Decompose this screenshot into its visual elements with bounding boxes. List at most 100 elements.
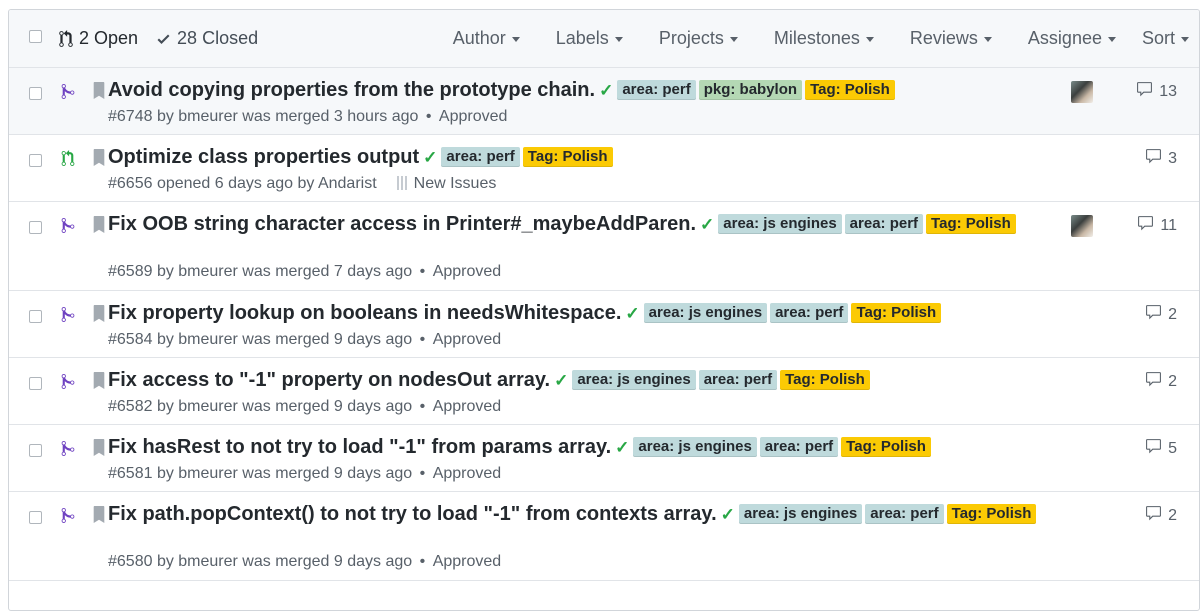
- ci-success-check-icon[interactable]: ✓: [599, 81, 613, 100]
- pr-title-link[interactable]: Fix hasRest to not try to load "-1" from…: [108, 436, 611, 458]
- comments-link[interactable]: 2: [1144, 371, 1177, 393]
- row-checkbox[interactable]: [29, 221, 42, 234]
- filter-author[interactable]: Author: [453, 28, 520, 49]
- comments-link[interactable]: 11: [1136, 215, 1177, 237]
- bookmark-icon[interactable]: [93, 372, 105, 394]
- ci-success-check-icon[interactable]: ✓: [700, 215, 714, 234]
- open-pr-icon: [61, 150, 75, 172]
- filter-projects[interactable]: Projects: [659, 28, 738, 49]
- closed-filter[interactable]: 28 Closed: [156, 28, 258, 49]
- pr-meta-text: #6656 opened 6 days ago by Andarist: [108, 175, 377, 192]
- label-badge[interactable]: area: js engines: [718, 214, 842, 234]
- comments-link[interactable]: 2: [1144, 304, 1177, 326]
- filter-labels[interactable]: Labels: [556, 28, 623, 49]
- filter-label: Projects: [658, 28, 724, 48]
- comments-link[interactable]: 3: [1144, 148, 1177, 170]
- title-line: Fix property lookup on booleans in needs…: [108, 301, 1079, 326]
- row-checkbox[interactable]: [29, 87, 42, 100]
- comment-icon: [1144, 505, 1163, 527]
- ci-success-check-icon[interactable]: ✓: [554, 371, 568, 390]
- closed-count: 28 Closed: [177, 28, 259, 48]
- ci-success-check-icon[interactable]: ✓: [721, 505, 735, 524]
- row-checkbox[interactable]: [29, 154, 42, 167]
- pr-title-link[interactable]: Fix property lookup on booleans in needs…: [108, 302, 621, 324]
- label-badge[interactable]: Tag: Polish: [522, 147, 613, 167]
- filter-label: Milestones: [773, 28, 860, 48]
- select-all-checkbox[interactable]: [29, 30, 42, 43]
- row-checkbox[interactable]: [29, 377, 42, 390]
- pr-title-link[interactable]: Optimize class properties output: [108, 146, 419, 168]
- review-status[interactable]: Approved: [439, 108, 508, 125]
- pr-meta-text: #6580 by bmeurer was merged 9 days ago: [108, 553, 413, 570]
- comments-link[interactable]: 13: [1135, 81, 1177, 103]
- ci-success-check-icon[interactable]: ✓: [625, 304, 639, 323]
- separator-dot: •: [415, 465, 430, 482]
- review-status[interactable]: Approved: [433, 553, 502, 570]
- pr-title-link[interactable]: Fix access to "-1" property on nodesOut …: [108, 369, 550, 391]
- label-badge[interactable]: Tag: Polish: [780, 370, 870, 390]
- label-badge[interactable]: Tag: Polish: [926, 214, 1016, 234]
- pr-meta: #6582 by bmeurer was merged 9 days ago •…: [108, 398, 501, 416]
- filter-assignee[interactable]: Assignee: [1028, 28, 1116, 49]
- comment-icon: [1135, 81, 1154, 103]
- check-icon: [157, 34, 170, 44]
- label-badge[interactable]: Tag: Polish: [805, 80, 895, 100]
- row-checkbox[interactable]: [29, 511, 42, 524]
- comments-link[interactable]: 5: [1144, 438, 1177, 460]
- comment-icon: [1144, 438, 1163, 460]
- label-badge[interactable]: pkg: babylon: [698, 80, 803, 100]
- pr-meta: #6584 by bmeurer was merged 9 days ago •…: [108, 331, 501, 349]
- pr-row: Fix hasRest to not try to load "-1" from…: [9, 425, 1199, 492]
- label-badge[interactable]: area: js engines: [643, 303, 768, 323]
- label-badge[interactable]: area: perf: [617, 80, 696, 100]
- review-status[interactable]: Approved: [433, 465, 502, 482]
- label-badge[interactable]: area: perf: [441, 147, 520, 167]
- pr-title-link[interactable]: Avoid copying properties from the protot…: [108, 79, 595, 101]
- chevron-down-icon: [511, 37, 520, 42]
- row-checkbox[interactable]: [29, 444, 42, 457]
- project-link[interactable]: New Issues: [396, 175, 496, 192]
- ci-success-check-icon[interactable]: ✓: [615, 438, 629, 457]
- bookmark-icon[interactable]: [93, 82, 105, 104]
- pr-meta-text: #6589 by bmeurer was merged 7 days ago: [108, 263, 413, 280]
- review-status[interactable]: Approved: [433, 263, 502, 280]
- filter-label: Author: [452, 28, 506, 48]
- pr-row: Fix property lookup on booleans in needs…: [9, 291, 1199, 358]
- avatar[interactable]: [1071, 215, 1093, 237]
- label-badge[interactable]: area: perf: [770, 303, 849, 323]
- filter-reviews[interactable]: Reviews: [910, 28, 992, 49]
- label-badge[interactable]: area: perf: [865, 504, 944, 524]
- pr-title-link[interactable]: Fix path.popContext() to not try to load…: [108, 503, 717, 525]
- separator-dot: •: [415, 331, 430, 348]
- label-badge[interactable]: Tag: Polish: [946, 504, 1037, 524]
- row-checkbox[interactable]: [29, 310, 42, 323]
- bookmark-icon[interactable]: [93, 149, 105, 171]
- pr-meta-text: #6581 by bmeurer was merged 9 days ago: [108, 465, 413, 482]
- review-status[interactable]: Approved: [433, 398, 502, 415]
- separator-dot: •: [421, 108, 436, 125]
- label-badge[interactable]: area: js engines: [572, 370, 696, 390]
- filter-milestones[interactable]: Milestones: [774, 28, 874, 49]
- ci-success-check-icon[interactable]: ✓: [423, 148, 437, 167]
- label-badge[interactable]: area: perf: [844, 214, 924, 234]
- title-line: Fix access to "-1" property on nodesOut …: [108, 368, 1079, 393]
- label-badge[interactable]: Tag: Polish: [841, 437, 931, 457]
- comments-link[interactable]: 2: [1144, 505, 1177, 527]
- open-filter[interactable]: 2 Open: [59, 28, 138, 49]
- label-badge[interactable]: Tag: Polish: [851, 303, 942, 323]
- filter-sort[interactable]: Sort: [1142, 28, 1189, 49]
- pr-title-link[interactable]: Fix OOB string character access in Print…: [108, 213, 696, 235]
- avatar[interactable]: [1071, 81, 1093, 103]
- review-status[interactable]: Approved: [433, 331, 502, 348]
- separator-dot: •: [415, 263, 430, 280]
- label-badge[interactable]: area: js engines: [633, 437, 757, 457]
- bookmark-icon[interactable]: [93, 305, 105, 327]
- merged-pr-icon: [61, 507, 75, 529]
- list-header: 2 Open 28 Closed Author Labels Projects Mil…: [9, 10, 1199, 68]
- label-badge[interactable]: area: perf: [759, 437, 839, 457]
- label-badge[interactable]: area: perf: [698, 370, 778, 390]
- bookmark-icon[interactable]: [93, 216, 105, 238]
- bookmark-icon[interactable]: [93, 439, 105, 461]
- bookmark-icon[interactable]: [93, 506, 105, 528]
- label-badge[interactable]: area: js engines: [738, 504, 863, 524]
